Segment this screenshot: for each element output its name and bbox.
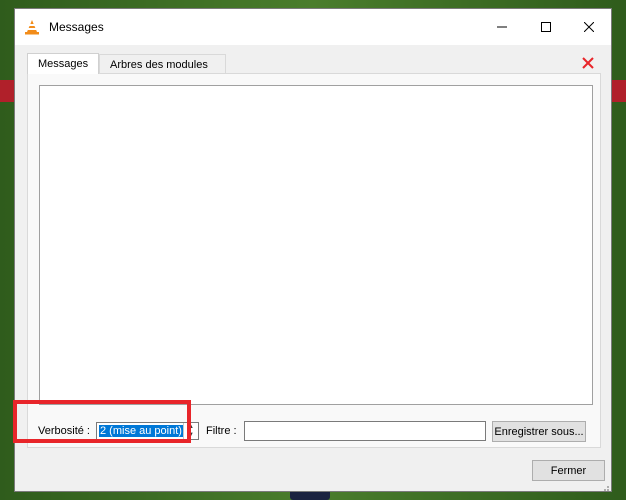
- save-as-label: Enregistrer sous...: [494, 425, 584, 438]
- maximize-button[interactable]: [523, 9, 569, 45]
- minimize-icon: [497, 26, 507, 28]
- spin-buttons: ▲ ▼: [183, 423, 198, 439]
- messages-window: Messages Messages Arbres des modules Ver…: [14, 8, 612, 492]
- tab-module-tree[interactable]: Arbres des modules: [99, 54, 226, 73]
- vlc-cone-icon: [25, 20, 39, 35]
- close-button[interactable]: Fermer: [532, 460, 605, 481]
- minimize-button[interactable]: [479, 9, 525, 45]
- tab-label: Arbres des modules: [110, 59, 208, 71]
- verbosity-spinbox[interactable]: 2 (mise au point) ▲ ▼: [96, 422, 199, 440]
- red-x-icon[interactable]: [581, 56, 595, 70]
- verbosity-label: Verbosité :: [38, 425, 90, 437]
- window-title: Messages: [49, 20, 104, 34]
- save-as-button[interactable]: Enregistrer sous...: [492, 421, 586, 442]
- close-label: Fermer: [550, 464, 587, 477]
- message-log-area[interactable]: [39, 85, 593, 405]
- close-window-button[interactable]: [566, 9, 612, 45]
- verbosity-value: 2 (mise au point): [99, 425, 183, 437]
- arrow-down-icon: ▼: [188, 432, 194, 438]
- tab-label: Messages: [38, 58, 89, 70]
- background-banner-right: [612, 80, 626, 102]
- title-bar[interactable]: Messages: [15, 9, 611, 45]
- filter-label: Filtre :: [206, 425, 237, 437]
- controls-row: Verbosité : 2 (mise au point) ▲ ▼ Filtre…: [28, 420, 602, 442]
- resize-grip-icon[interactable]: [600, 482, 610, 492]
- maximize-icon: [541, 22, 551, 32]
- arrow-up-icon: ▲: [188, 424, 194, 430]
- tab-messages[interactable]: Messages: [27, 53, 99, 74]
- messages-panel: Verbosité : 2 (mise au point) ▲ ▼ Filtre…: [27, 73, 601, 448]
- filter-input[interactable]: [244, 421, 486, 441]
- close-icon: [584, 22, 594, 32]
- spin-up-button[interactable]: ▲: [184, 423, 198, 431]
- spin-down-button[interactable]: ▼: [184, 431, 198, 439]
